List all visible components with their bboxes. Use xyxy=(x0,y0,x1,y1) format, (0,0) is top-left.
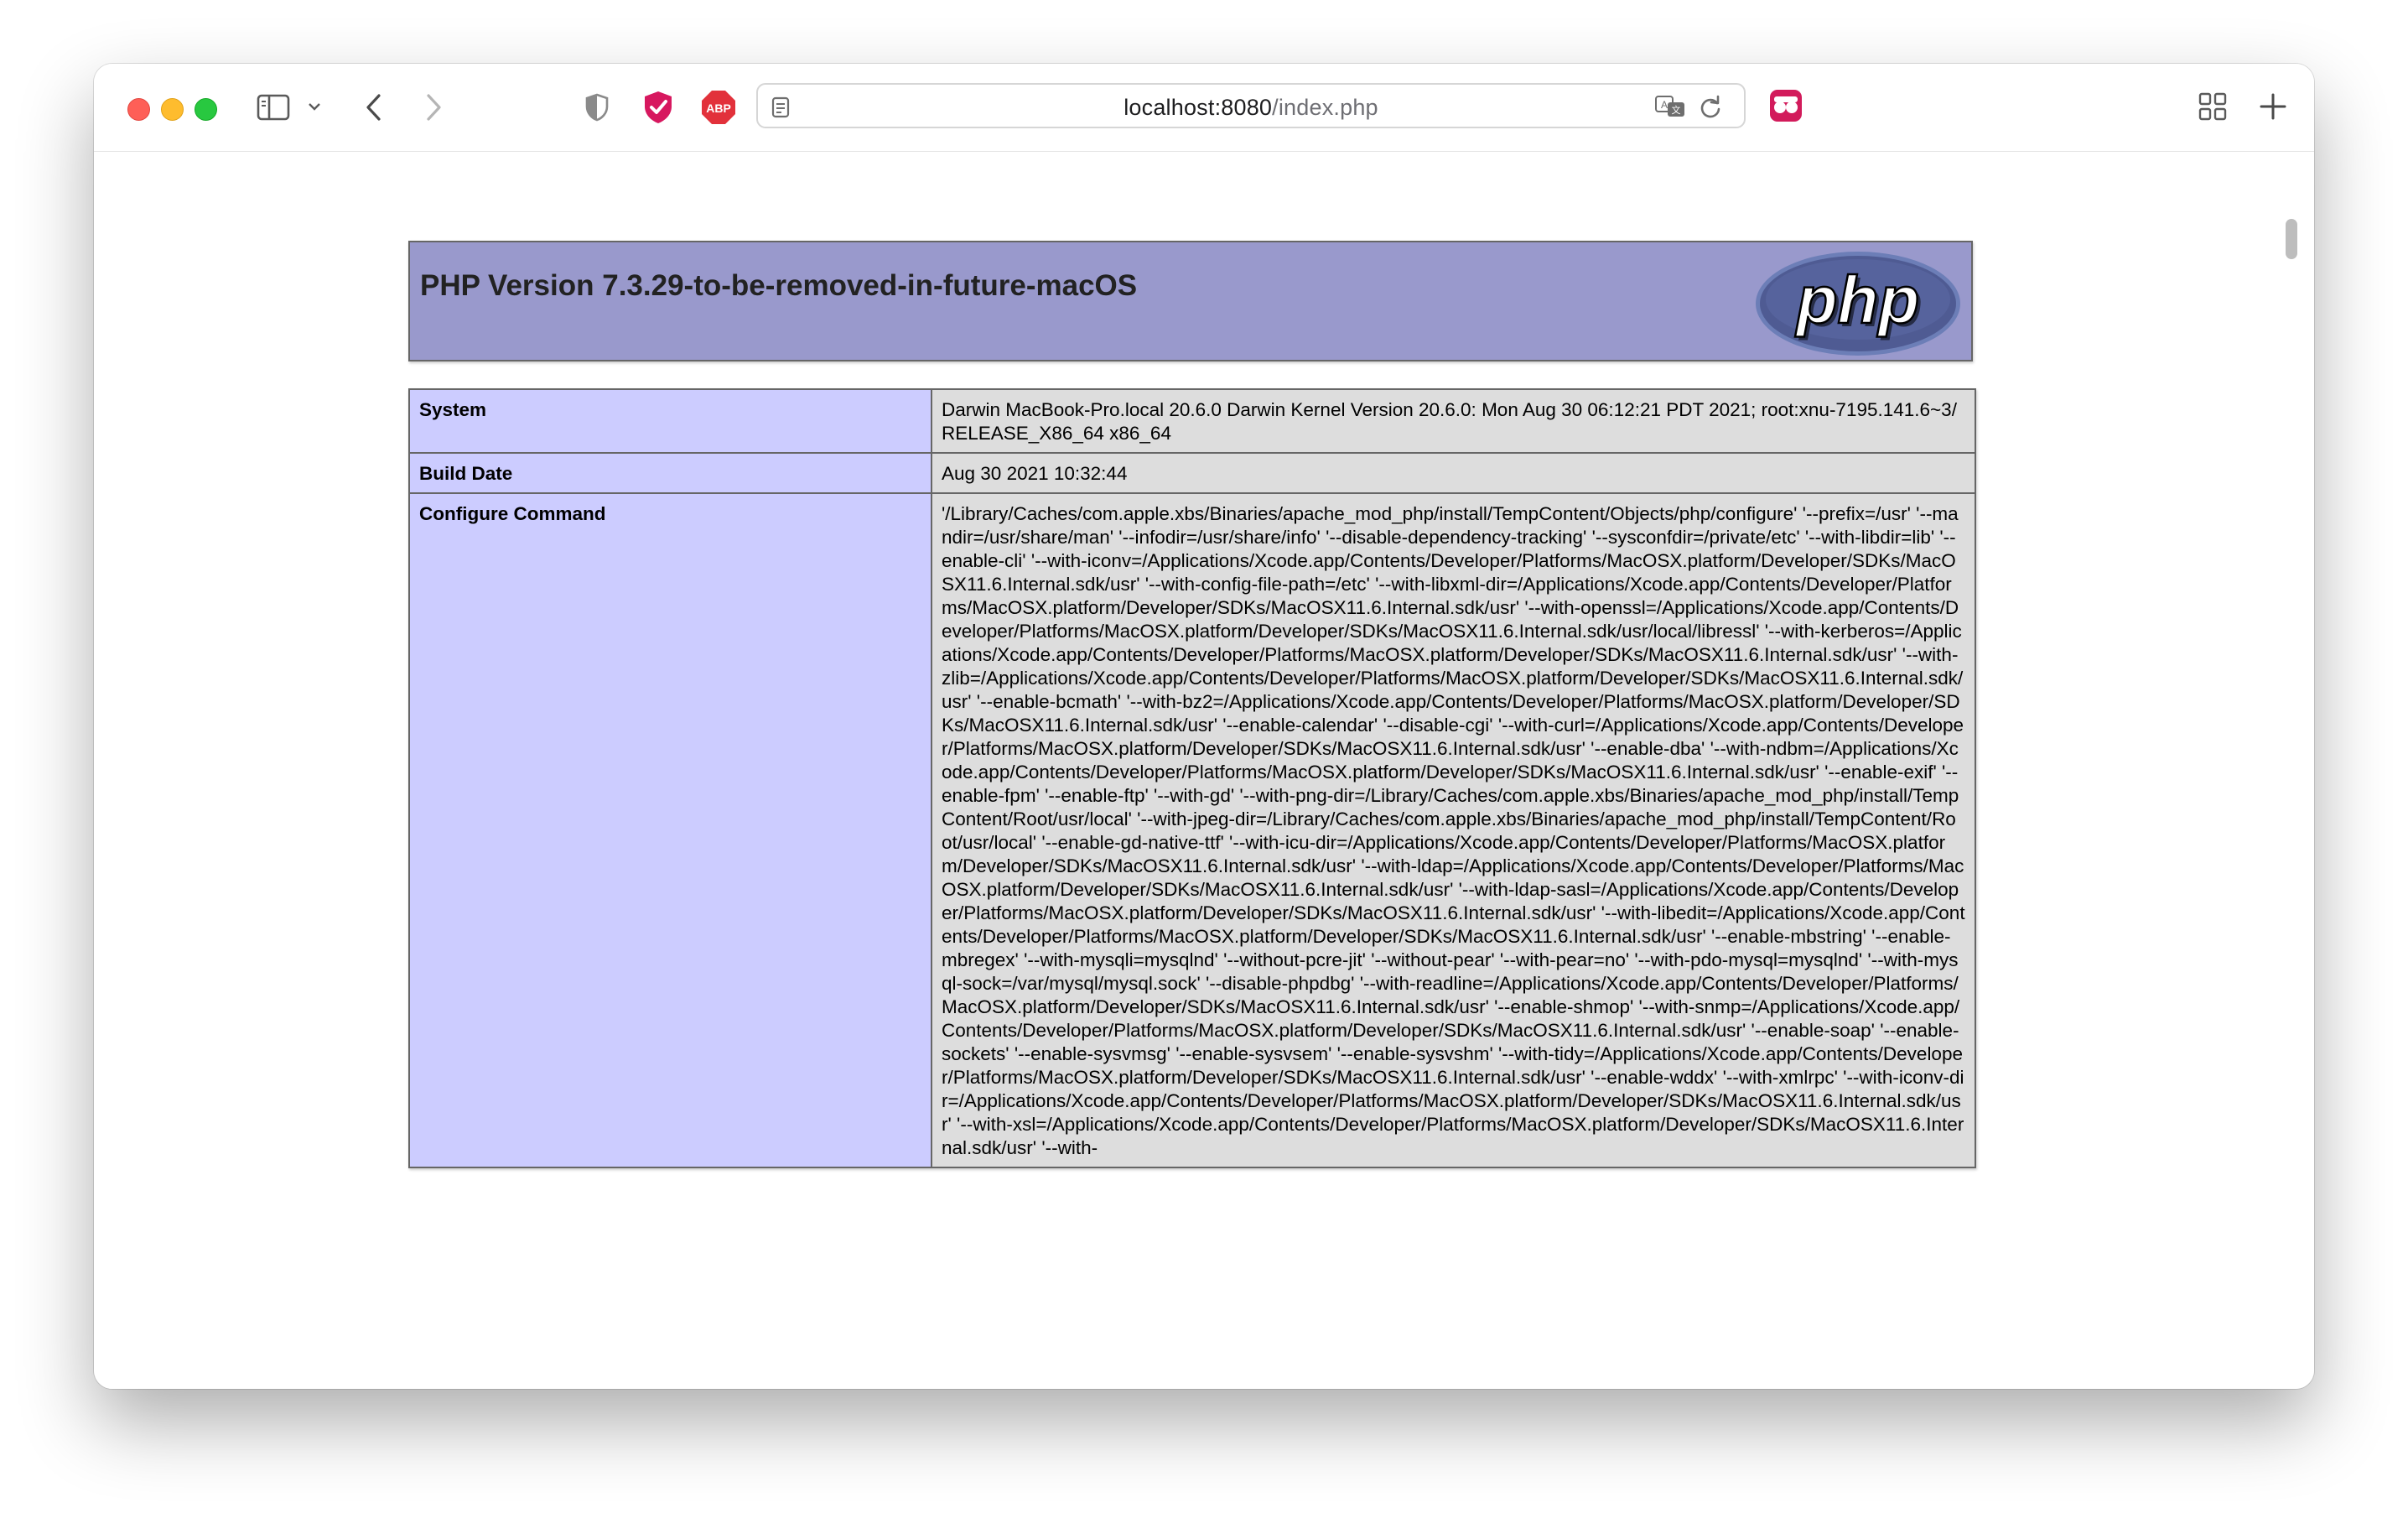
close-window-button[interactable] xyxy=(127,98,150,121)
tab-overview-icon[interactable] xyxy=(2198,92,2227,121)
shield-check-extension-icon[interactable] xyxy=(642,90,674,125)
address-bar[interactable]: localhost:8080/index.php A文 xyxy=(756,83,1746,128)
row-key: Build Date xyxy=(408,452,932,494)
page-content[interactable]: PHP Version 7.3.29-to-be-removed-in-futu… xyxy=(94,152,2314,1389)
maximize-window-button[interactable] xyxy=(195,98,217,121)
privacy-shield-icon[interactable] xyxy=(584,92,610,122)
reload-icon[interactable] xyxy=(1699,95,1722,120)
page-title: PHP Version 7.3.29-to-be-removed-in-futu… xyxy=(420,269,1138,302)
row-key: System xyxy=(408,388,932,454)
new-tab-icon[interactable] xyxy=(2259,92,2287,121)
row-value: Aug 30 2021 10:32:44 xyxy=(931,452,1976,494)
row-key: Configure Command xyxy=(408,492,932,1168)
translate-icon[interactable]: A文 xyxy=(1655,95,1687,118)
table-row: System Darwin MacBook-Pro.local 20.6.0 D… xyxy=(408,388,1976,454)
chevron-down-icon[interactable] xyxy=(307,101,322,112)
phpinfo-page: PHP Version 7.3.29-to-be-removed-in-futu… xyxy=(408,241,1976,1168)
minimize-window-button[interactable] xyxy=(161,98,184,121)
table-row: Build Date Aug 30 2021 10:32:44 xyxy=(408,452,1976,494)
abp-extension-icon[interactable]: ABP xyxy=(701,90,736,125)
browser-window: ABP localhost:8080/index.php A文 PHP Vers… xyxy=(94,64,2314,1389)
sidebar-icon[interactable] xyxy=(257,94,290,121)
phpinfo-header: PHP Version 7.3.29-to-be-removed-in-futu… xyxy=(408,241,1973,361)
row-value: Darwin MacBook-Pro.local 20.6.0 Darwin K… xyxy=(931,388,1976,454)
url-text[interactable]: localhost:8080/index.php xyxy=(758,95,1744,121)
php-logo-icon[interactable]: php php xyxy=(1753,249,1963,362)
forward-icon[interactable] xyxy=(423,92,444,122)
url-path: /index.php xyxy=(1272,95,1378,120)
phpinfo-table: System Darwin MacBook-Pro.local 20.6.0 D… xyxy=(408,388,1976,1168)
svg-text:文: 文 xyxy=(1672,104,1681,116)
url-host: localhost:8080 xyxy=(1124,95,1273,120)
browser-toolbar: ABP localhost:8080/index.php A文 xyxy=(94,64,2314,152)
abp-label: ABP xyxy=(706,101,731,115)
php-logo-text: php xyxy=(1795,263,1920,337)
scrollbar-thumb[interactable] xyxy=(2286,219,2297,259)
extension-icon[interactable] xyxy=(1769,89,1803,122)
table-row: Configure Command '/Library/Caches/com.a… xyxy=(408,492,1976,1168)
svg-text:A: A xyxy=(1661,99,1668,111)
back-icon[interactable] xyxy=(364,92,384,122)
row-value: '/Library/Caches/com.apple.xbs/Binaries/… xyxy=(931,492,1976,1168)
